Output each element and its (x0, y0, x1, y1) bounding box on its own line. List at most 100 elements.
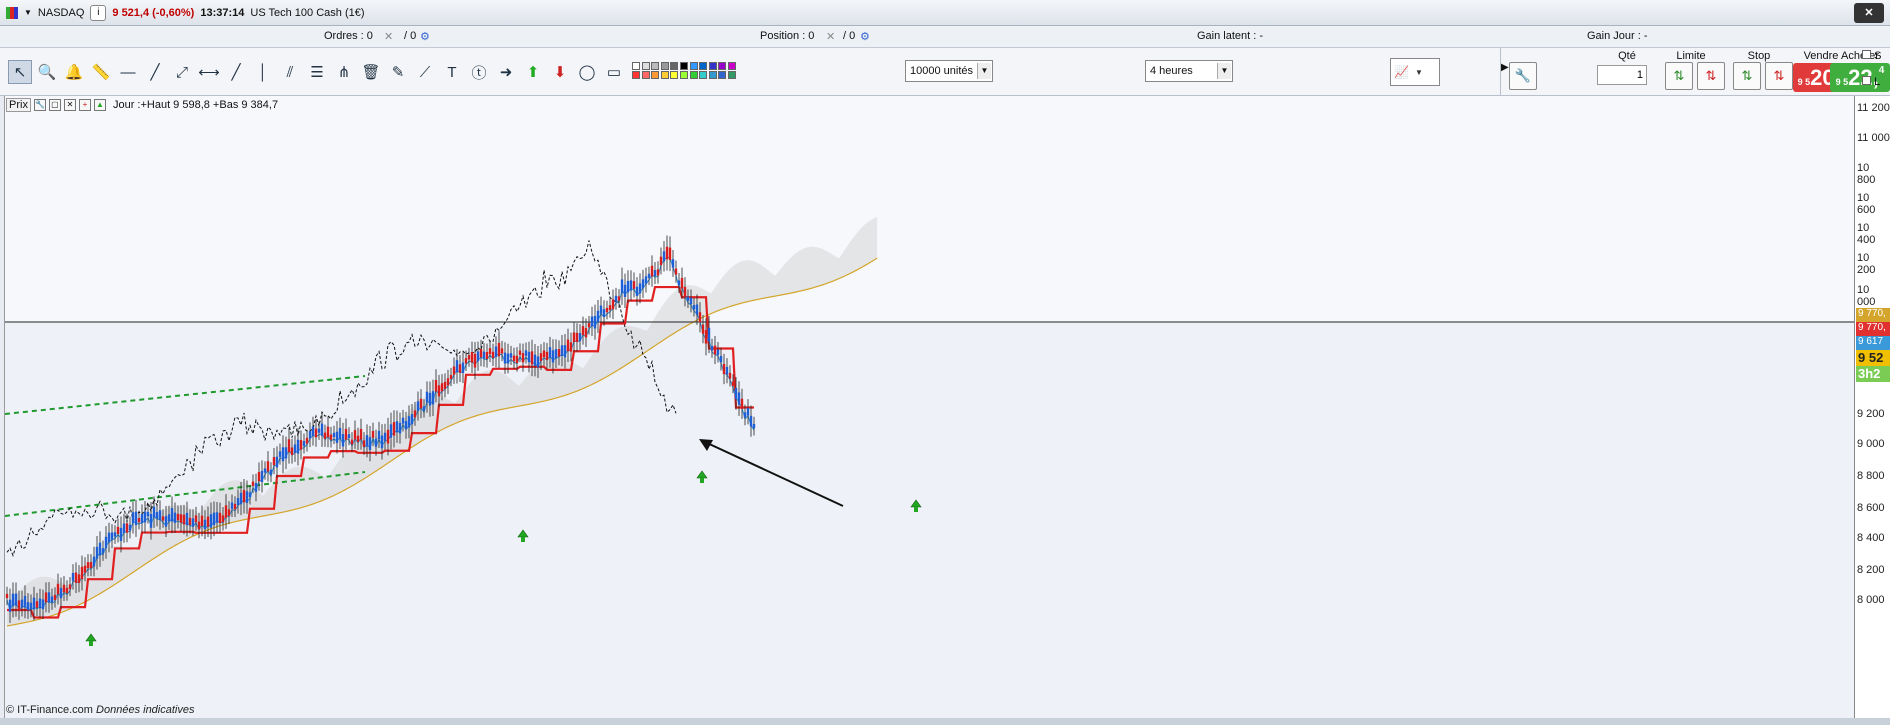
chart-upper-background (5, 96, 1855, 321)
limit-sell-button[interactable]: ⇅ (1697, 62, 1725, 90)
color-swatch[interactable] (651, 62, 660, 70)
orders-close-icon[interactable]: ✕ (384, 30, 393, 43)
buy-price-prefix: 9 5 (1835, 77, 1849, 87)
color-swatch[interactable] (660, 62, 669, 70)
buy-button[interactable]: 9 5 22, 4 (1830, 63, 1890, 92)
rectangle-icon[interactable]: ▭ (602, 60, 626, 84)
color-swatch[interactable] (641, 71, 650, 79)
color-swatch[interactable] (689, 71, 698, 79)
bearish-candle (305, 437, 309, 444)
color-swatch[interactable] (718, 62, 727, 70)
orders-settings-icon[interactable]: ⚙ (420, 30, 430, 43)
ellipse-icon[interactable]: ◯ (575, 60, 599, 84)
trend-line-icon[interactable]: ╱ (143, 60, 167, 84)
bullish-candle (128, 524, 132, 531)
horizontal-line-icon[interactable]: — (116, 60, 140, 84)
magic-wand-icon[interactable]: ✎ (386, 60, 410, 84)
color-swatch[interactable] (699, 71, 708, 79)
instrument-dropdown-icon[interactable]: ▼ (24, 8, 32, 17)
panel-collapse-icon[interactable]: ▶ (1501, 62, 1509, 73)
price-axis[interactable]: 11 200 11 000 10 800 10 600 10 400 10 200 10 0… (1854, 96, 1890, 718)
indicator-menu-button[interactable]: 📈 ▼ (1390, 58, 1440, 86)
fibonacci-icon[interactable]: ☰ (305, 60, 329, 84)
color-swatch[interactable] (670, 71, 679, 79)
timeframe-select[interactable]: 4 heures ▼ (1145, 60, 1233, 82)
diagonal-line-icon[interactable]: ╱ (224, 60, 248, 84)
pointer-icon[interactable]: ↖ (8, 60, 32, 84)
side-s-toggle[interactable]: S (1862, 50, 1881, 62)
bearish-candle (497, 342, 501, 357)
position-close-icon[interactable]: ✕ (826, 30, 835, 43)
down-arrow-icon[interactable]: ⬇ (548, 60, 572, 84)
bullish-candle (677, 280, 681, 286)
bullish-candle (743, 412, 747, 418)
wrench-icon[interactable]: 🔧 (1509, 62, 1537, 90)
color-swatch[interactable] (660, 71, 669, 79)
bullish-candle (752, 423, 756, 429)
daily-gain: Gain Jour : - (1587, 30, 1648, 42)
bearish-candle (197, 521, 201, 530)
day-high-low: Jour :+Haut 9 598,8 +Bas 9 384,7 (112, 99, 279, 111)
bearish-candle (206, 516, 210, 527)
arrow-right-icon[interactable]: ➜ (494, 60, 518, 84)
bullish-candle (296, 439, 300, 454)
color-swatch[interactable] (680, 71, 688, 79)
move-up-icon[interactable]: ▲ (93, 99, 106, 111)
color-swatch[interactable] (632, 62, 640, 70)
bullish-candle (602, 309, 606, 317)
color-swatch[interactable] (670, 62, 679, 70)
color-swatch[interactable] (689, 62, 698, 70)
color-swatch[interactable] (728, 62, 736, 70)
measure-icon[interactable]: ⟋ (413, 60, 437, 84)
text-icon[interactable]: T (440, 60, 464, 84)
instrument-symbol[interactable]: NASDAQ (38, 7, 84, 19)
bearish-candle (257, 472, 261, 482)
zoom-icon[interactable]: 🔍 (35, 60, 59, 84)
bullish-candle (593, 315, 597, 329)
channel-icon[interactable]: ⫽ (278, 60, 302, 84)
color-swatch[interactable] (651, 71, 660, 79)
ruler-icon[interactable]: 📏 (89, 60, 113, 84)
wrench-icon[interactable]: 🔧 (33, 99, 46, 111)
qty-input[interactable] (1597, 65, 1647, 85)
bearish-candle (125, 523, 129, 533)
price-chart[interactable] (4, 96, 1855, 718)
color-palette[interactable] (632, 60, 792, 86)
quantity-select[interactable]: 10000 unités ▼ (905, 60, 993, 82)
bottom-scrollbar[interactable] (0, 718, 1890, 725)
color-swatch[interactable] (680, 62, 688, 70)
stop-sell-button[interactable]: ⇅ (1765, 62, 1793, 90)
alert-bell-icon[interactable]: 🔔 (62, 60, 86, 84)
color-swatch[interactable] (708, 62, 717, 70)
comment-icon[interactable]: ⓣ (467, 60, 491, 84)
bullish-candle (185, 512, 189, 526)
window-icon[interactable]: ▢ (48, 99, 61, 111)
stop-buy-button[interactable]: ⇅ (1733, 62, 1761, 90)
limit-buy-button[interactable]: ⇅ (1665, 62, 1693, 90)
trash-icon[interactable]: 🗑 (359, 60, 383, 84)
bearish-candle (605, 307, 609, 313)
bullish-candle (482, 351, 486, 359)
pitchfork-icon[interactable]: ⋔ (332, 60, 356, 84)
color-swatch[interactable] (641, 62, 650, 70)
info-icon[interactable]: i (90, 4, 107, 21)
chart-canvas[interactable] (5, 96, 1855, 718)
color-swatch[interactable] (632, 71, 640, 79)
add-indicator-icon[interactable]: + (78, 99, 91, 111)
segment-icon[interactable]: ⟷ (197, 60, 221, 84)
color-swatch[interactable] (699, 62, 708, 70)
position-settings-icon[interactable]: ⚙ (860, 30, 870, 43)
bearish-candle (488, 348, 492, 355)
color-swatch[interactable] (728, 71, 736, 79)
color-swatch[interactable] (718, 71, 727, 79)
vertical-line-icon[interactable]: │ (251, 60, 275, 84)
close-icon[interactable]: ✕ (63, 99, 76, 111)
side-l-toggle[interactable]: L (1862, 76, 1880, 88)
color-swatch[interactable] (708, 71, 717, 79)
bullish-candle (335, 431, 339, 443)
close-button[interactable]: ✕ (1854, 3, 1884, 23)
bullish-candle (503, 352, 507, 364)
up-arrow-icon[interactable]: ⬆ (521, 60, 545, 84)
bearish-candle (65, 587, 69, 594)
ray-line-icon[interactable]: ⤢ (170, 60, 194, 84)
